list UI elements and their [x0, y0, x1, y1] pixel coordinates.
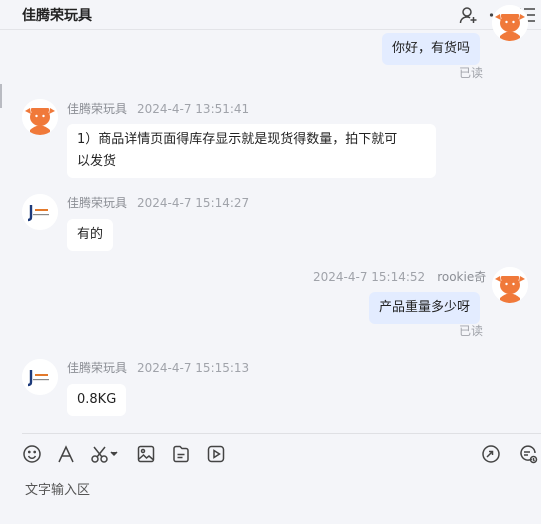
read-status: 已读 [459, 66, 484, 80]
read-status: 已读 [459, 324, 484, 338]
message-time: 2024-4-7 15:15:13 [137, 361, 250, 375]
video-icon[interactable] [206, 444, 226, 464]
message-bubble[interactable]: 有的 [67, 219, 114, 251]
file-icon[interactable] [171, 444, 191, 464]
message-time: 2024-4-7 15:14:27 [137, 196, 250, 210]
message-line: 1）商品详情页面得库存显示就是现货得数量，拍下就可 [77, 132, 398, 147]
seller-avatar[interactable] [22, 99, 58, 135]
message-time: 2024-4-7 15:14:52 [313, 270, 426, 284]
message-line: 以发货 [77, 154, 117, 169]
emoji-icon[interactable] [22, 444, 42, 464]
message-time: 2024-4-7 13:51:41 [137, 102, 250, 116]
send-link-icon[interactable] [481, 444, 501, 464]
sender-name: 佳腾荣玩具 [67, 361, 128, 375]
message-meta: 2024-4-7 15:14:52 rookie奇 [313, 268, 486, 285]
seller-logo-avatar[interactable] [22, 359, 58, 395]
sender-name: rookie奇 [437, 270, 487, 284]
message-bubble[interactable]: 0.8KG [67, 384, 127, 416]
message-bubble[interactable]: 你好，有货吗 [382, 33, 481, 65]
message-list[interactable]: 你好，有货吗 已读 佳腾荣玩具 2024-4-7 13:51:41 1）商品详情页… [0, 5, 541, 433]
seller-logo-avatar[interactable] [22, 194, 58, 230]
message-meta: 佳腾荣玩具 2024-4-7 13:51:41 [67, 100, 249, 117]
font-icon[interactable] [56, 444, 76, 464]
add-user-icon[interactable] [458, 5, 478, 25]
message-bubble[interactable]: 产品重量多少呀 [369, 292, 481, 324]
message-input[interactable]: 文字输入区 [25, 479, 90, 498]
chat-header: 佳腾荣玩具 [0, 0, 541, 30]
chat-title: 佳腾荣玩具 [22, 8, 92, 24]
input-divider [22, 433, 541, 434]
quick-reply-icon[interactable] [518, 444, 538, 464]
sender-name: 佳腾荣玩具 [67, 196, 128, 210]
sender-name: 佳腾荣玩具 [67, 102, 128, 116]
message-bubble[interactable]: 1）商品详情页面得库存显示就是现货得数量，拍下就可 以发货 [67, 124, 436, 178]
message-meta: 佳腾荣玩具 2024-4-7 15:14:27 [67, 194, 249, 211]
message-meta: 佳腾荣玩具 2024-4-7 15:15:13 [67, 359, 249, 376]
scissors-icon[interactable] [90, 444, 120, 464]
self-avatar[interactable] [492, 5, 528, 41]
self-avatar[interactable] [492, 267, 528, 303]
image-icon[interactable] [136, 444, 156, 464]
